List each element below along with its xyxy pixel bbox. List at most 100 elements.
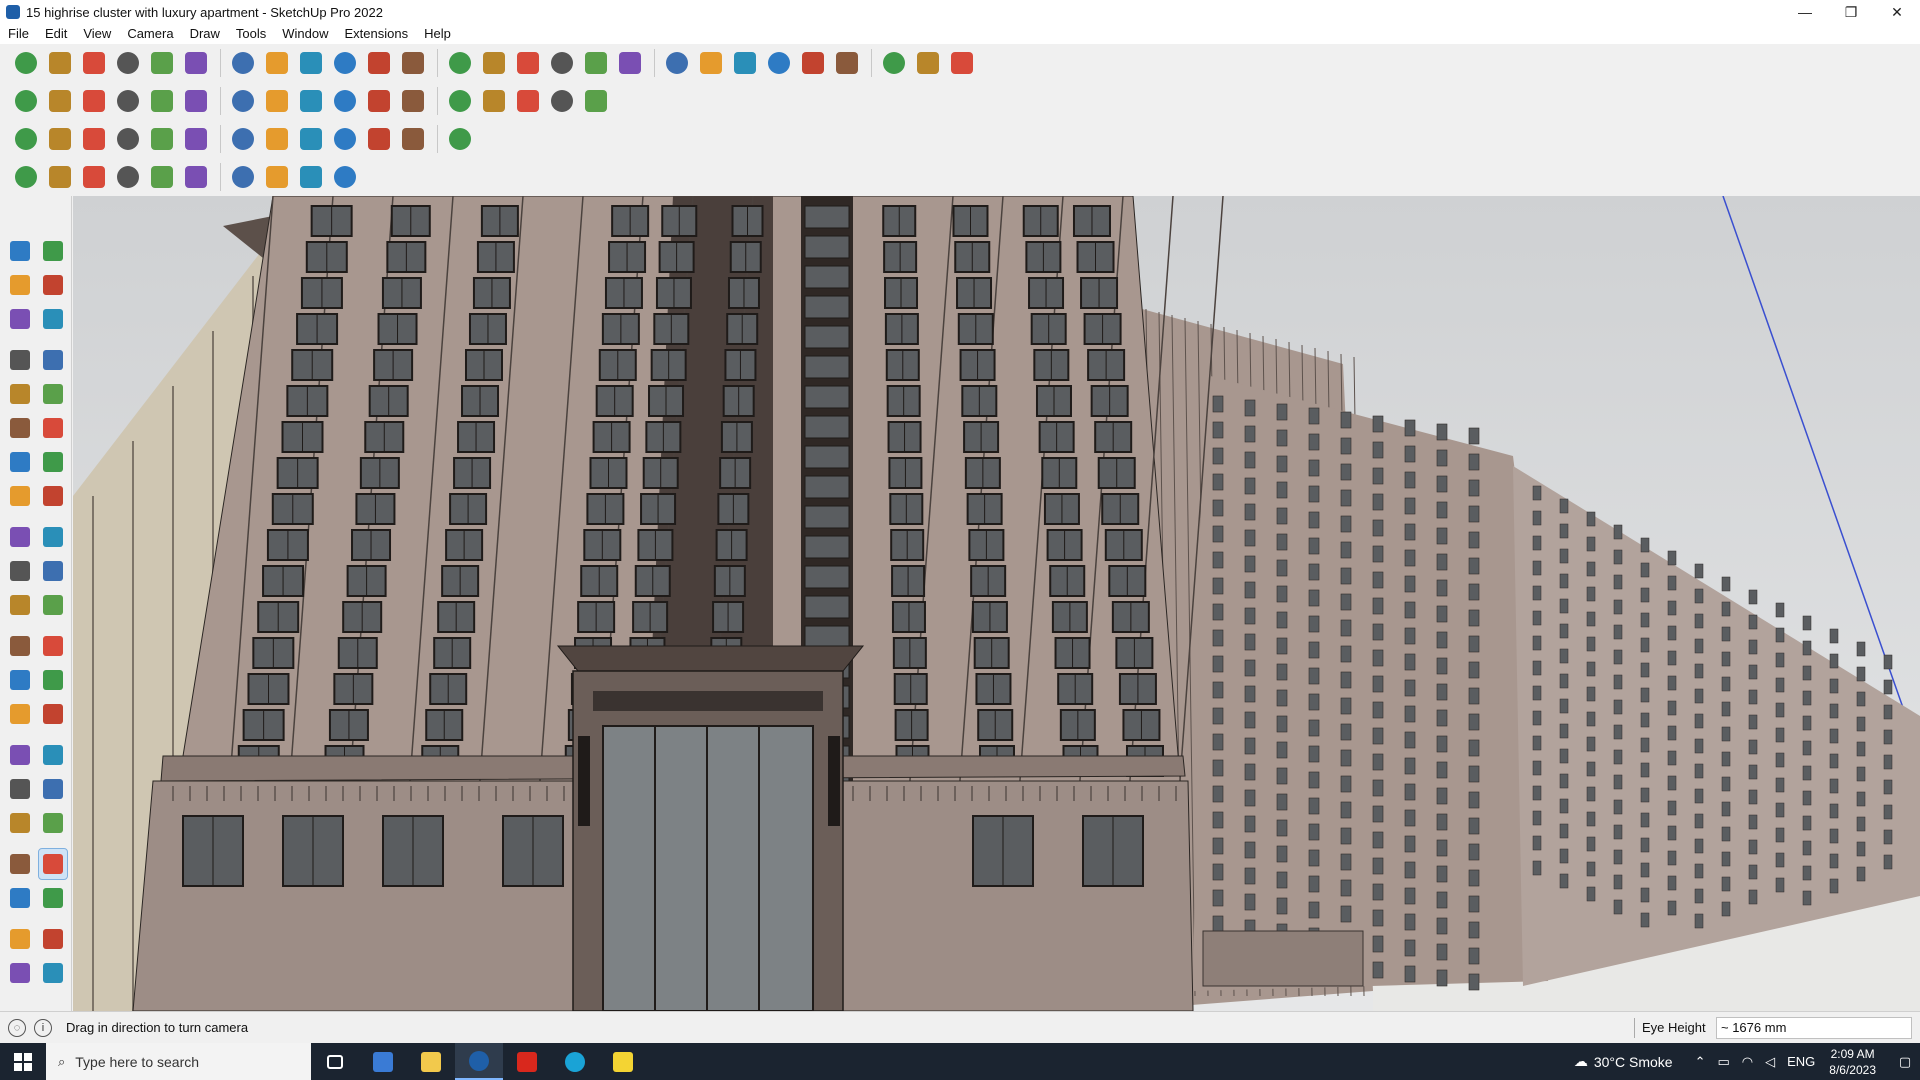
move-button[interactable] [295,47,327,79]
drape-button[interactable] [363,123,395,155]
language-indicator[interactable]: ENG [1787,1054,1815,1069]
paint-bucket-tool[interactable] [6,270,35,300]
zoom-button[interactable] [580,47,612,79]
back-button[interactable] [146,85,178,117]
pie-tool[interactable] [6,481,35,511]
arc2-tool[interactable] [39,447,68,477]
menu-draw[interactable]: Draw [182,24,228,44]
style-button[interactable] [797,47,829,79]
house-button[interactable] [512,85,544,117]
line-tool[interactable] [6,345,35,375]
export-button[interactable] [946,47,978,79]
select-button[interactable] [44,47,76,79]
stamp-button[interactable] [329,123,361,155]
menu-window[interactable]: Window [274,24,336,44]
fillet-button[interactable] [78,161,110,193]
monochrome-button[interactable] [478,85,510,117]
menu-edit[interactable]: Edit [37,24,75,44]
orbit-tool[interactable] [39,236,68,266]
scale-tool[interactable] [6,590,35,620]
rotated-rect-tool[interactable] [39,379,68,409]
wireframe-button[interactable] [329,85,361,117]
paint-bucket-button[interactable] [478,47,510,79]
back-edges-button[interactable] [295,85,327,117]
freehand-tool[interactable] [39,345,68,375]
solid-subtract-button[interactable] [44,123,76,155]
position-camera-tool[interactable] [6,849,35,879]
eraser-button[interactable] [78,47,110,79]
move-tool[interactable] [6,522,35,552]
arc-tool[interactable] [6,447,35,477]
edge-app[interactable] [551,1043,599,1080]
array-button[interactable] [261,161,293,193]
outer-shell-button[interactable] [180,123,212,155]
front-button[interactable] [78,85,110,117]
notification-icon[interactable]: ▢ [1890,1054,1920,1070]
sandbox-from-contours-button[interactable] [227,123,259,155]
chamfer-button[interactable] [112,161,144,193]
taskbar-search[interactable]: ⌕ Type here to search [46,1043,311,1080]
zoom-extents-tool[interactable] [6,808,35,838]
text-button[interactable] [444,47,476,79]
close-button[interactable]: ✕ [1874,0,1920,24]
clock[interactable]: 2:09 AM 8/6/2023 [1829,1046,1876,1078]
menu-help[interactable]: Help [416,24,459,44]
menu-view[interactable]: View [75,24,119,44]
bezier-button[interactable] [10,161,42,193]
zoom-tool[interactable] [6,774,35,804]
protractor-tool[interactable] [6,665,35,695]
network-icon[interactable]: ▭ [1717,1054,1729,1070]
arc-button[interactable] [146,47,178,79]
top-button[interactable] [44,85,76,117]
rotate-button[interactable] [329,47,361,79]
section-display-tool[interactable] [39,958,68,988]
zoom-extents-button[interactable] [10,47,42,79]
acrobat-app[interactable] [503,1043,551,1080]
tape-tool[interactable] [39,304,68,334]
section-display-button[interactable] [729,47,761,79]
fog-button[interactable] [580,85,612,117]
shadows-button[interactable] [546,85,578,117]
add-detail-button[interactable] [397,123,429,155]
pan-tool[interactable] [39,740,68,770]
solid-trim-button[interactable] [78,123,110,155]
component-button[interactable] [661,47,693,79]
zoom-window-button[interactable] [614,47,646,79]
eraser-tool[interactable] [39,270,68,300]
solid-union-button[interactable] [10,123,42,155]
textured-button[interactable] [444,85,476,117]
arc3-tool[interactable] [39,481,68,511]
task-view-button[interactable] [311,1043,359,1080]
extension-warehouse-button[interactable] [912,47,944,79]
follow-me-tool[interactable] [39,556,68,586]
info-icon[interactable]: i [34,1018,52,1037]
loft-button[interactable] [180,161,212,193]
xray-button[interactable] [261,85,293,117]
pan-button[interactable] [546,47,578,79]
orbit-button[interactable] [512,47,544,79]
menu-camera[interactable]: Camera [119,24,181,44]
offset-button[interactable] [295,161,327,193]
push-pull-button[interactable] [227,47,259,79]
right-button[interactable] [112,85,144,117]
shaded-button[interactable] [397,85,429,117]
sketchup-app[interactable] [455,1043,503,1080]
walk-tool[interactable] [6,883,35,913]
polygon-tool[interactable] [39,413,68,443]
chevron-up-icon[interactable]: ⌃ [1695,1054,1706,1070]
layers-button[interactable] [763,47,795,79]
volume-icon[interactable]: ◁ [1765,1054,1775,1070]
file-explorer-app[interactable] [407,1043,455,1080]
tape-measure-tool[interactable] [6,631,35,661]
left-button[interactable] [180,85,212,117]
dimension-tool[interactable] [39,631,68,661]
scale-button[interactable] [363,47,395,79]
offset-tool[interactable] [39,590,68,620]
section-tool[interactable] [39,883,68,913]
component-tool[interactable] [6,304,35,334]
menu-tools[interactable]: Tools [228,24,274,44]
hidden-line-button[interactable] [363,85,395,117]
split-button[interactable] [146,123,178,155]
3d-text-tool[interactable] [39,699,68,729]
flip-edge-button[interactable] [444,123,476,155]
